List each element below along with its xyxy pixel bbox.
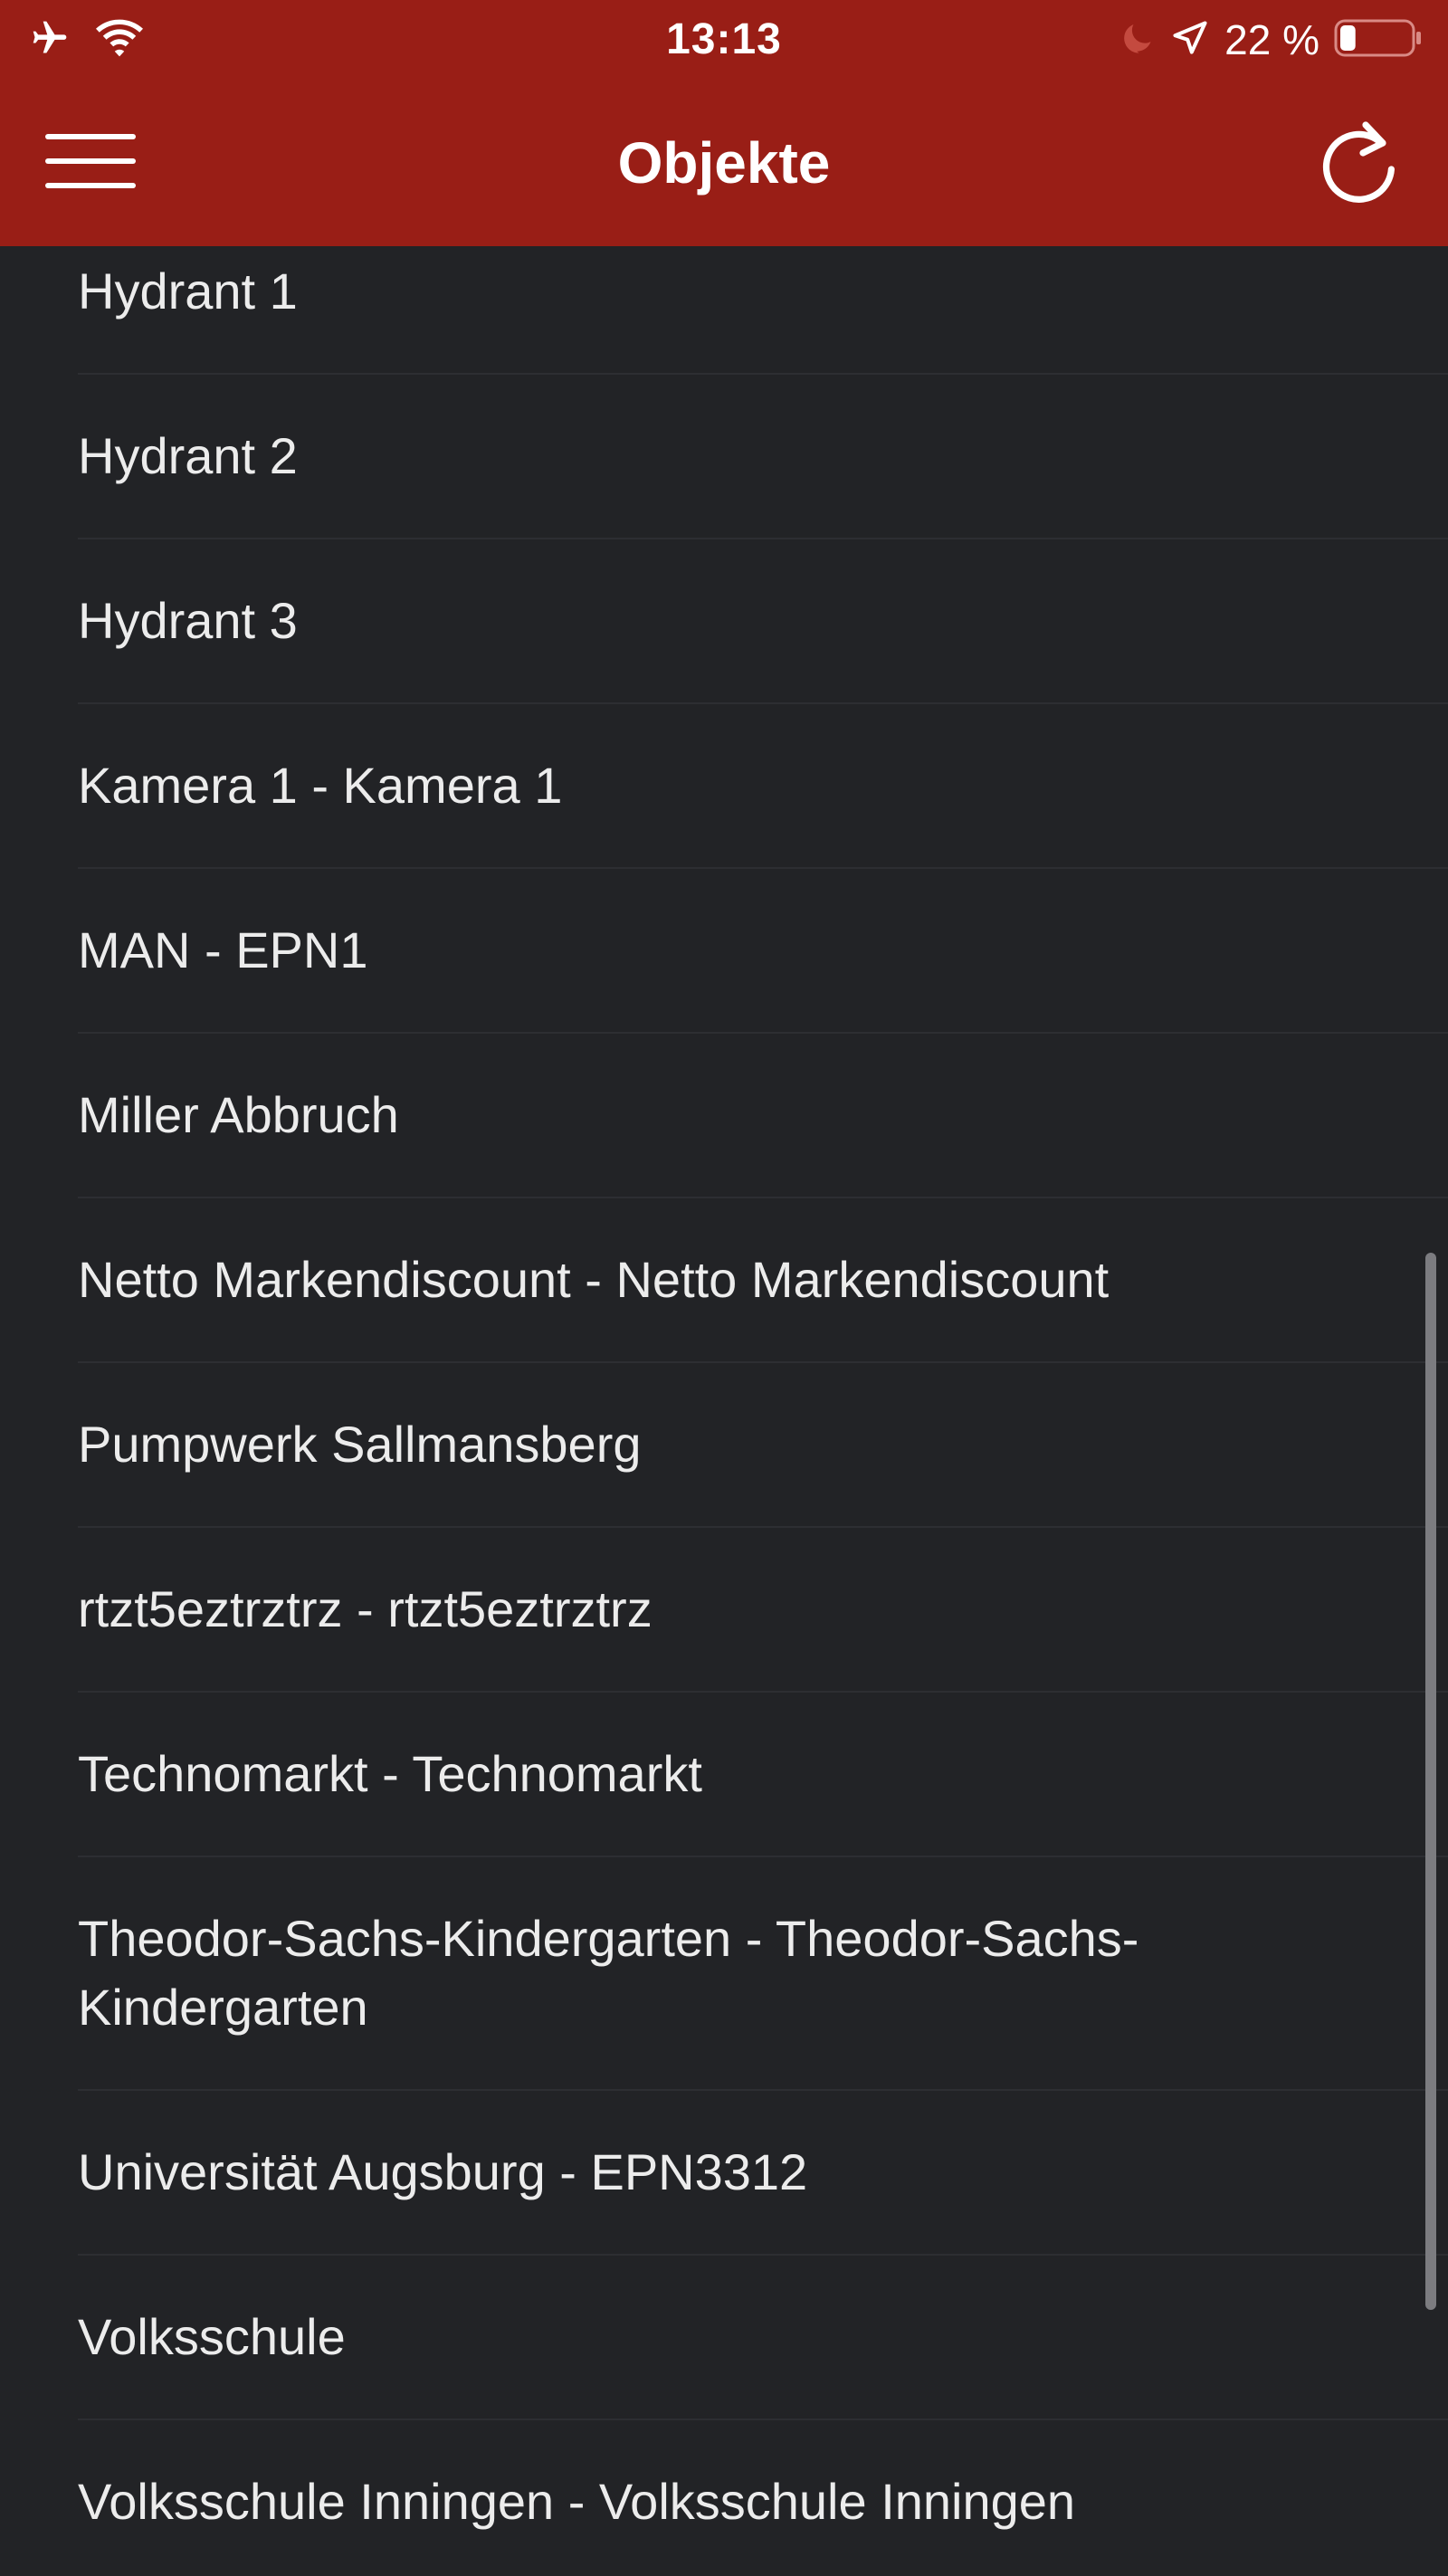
do-not-disturb-icon xyxy=(1118,19,1156,62)
list-item[interactable]: Technomarkt - Technomarkt xyxy=(78,1693,1448,1857)
list-item[interactable]: MAN - EPN1 xyxy=(78,869,1448,1034)
list-item[interactable]: Hydrant 1 xyxy=(78,246,1448,375)
menu-button[interactable] xyxy=(36,127,145,199)
list-item[interactable]: Pumpwerk Sallmansberg xyxy=(78,1363,1448,1528)
list-item[interactable]: Volksschule Inningen - Volksschule Innin… xyxy=(78,2420,1448,2576)
vertical-scrollbar[interactable] xyxy=(1425,1253,1436,2310)
battery-percentage: 22 % xyxy=(1224,16,1319,63)
status-bar-right: 22 % xyxy=(1118,13,1423,67)
list-item[interactable]: Netto Markendiscount - Netto Markendisco… xyxy=(78,1198,1448,1363)
hamburger-menu-icon xyxy=(43,132,138,195)
list-item[interactable]: Theodor-Sachs-Kindergarten - Theodor-Sac… xyxy=(78,1857,1448,2091)
app-screen: 13:13 22 % Objekte Hydrant 1 Hydrant 2 H… xyxy=(0,0,1448,2576)
list-item[interactable]: Universität Augsburg - EPN3312 xyxy=(78,2091,1448,2256)
page-title: Objekte xyxy=(617,130,831,196)
list-item[interactable]: Hydrant 3 xyxy=(78,539,1448,704)
refresh-button[interactable] xyxy=(1310,116,1410,215)
navigation-bar: Objekte xyxy=(0,80,1448,246)
battery-icon xyxy=(1334,17,1423,63)
location-arrow-icon xyxy=(1170,18,1210,62)
refresh-icon xyxy=(1317,117,1404,215)
list-item[interactable]: Kamera 1 - Kamera 1 xyxy=(78,704,1448,869)
list-item[interactable]: Volksschule xyxy=(78,2256,1448,2420)
status-bar: 13:13 22 % xyxy=(0,0,1448,80)
objects-list-container: Hydrant 1 Hydrant 2 Hydrant 3 Kamera 1 - Ka… xyxy=(0,246,1448,2576)
list-item[interactable]: rtzt5eztrztrz - rtzt5eztrztrz xyxy=(78,1528,1448,1693)
list-item[interactable]: Hydrant 2 xyxy=(78,375,1448,539)
list-item[interactable]: Miller Abbruch xyxy=(78,1034,1448,1198)
objects-list: Hydrant 1 Hydrant 2 Hydrant 3 Kamera 1 - Ka… xyxy=(0,246,1448,2576)
